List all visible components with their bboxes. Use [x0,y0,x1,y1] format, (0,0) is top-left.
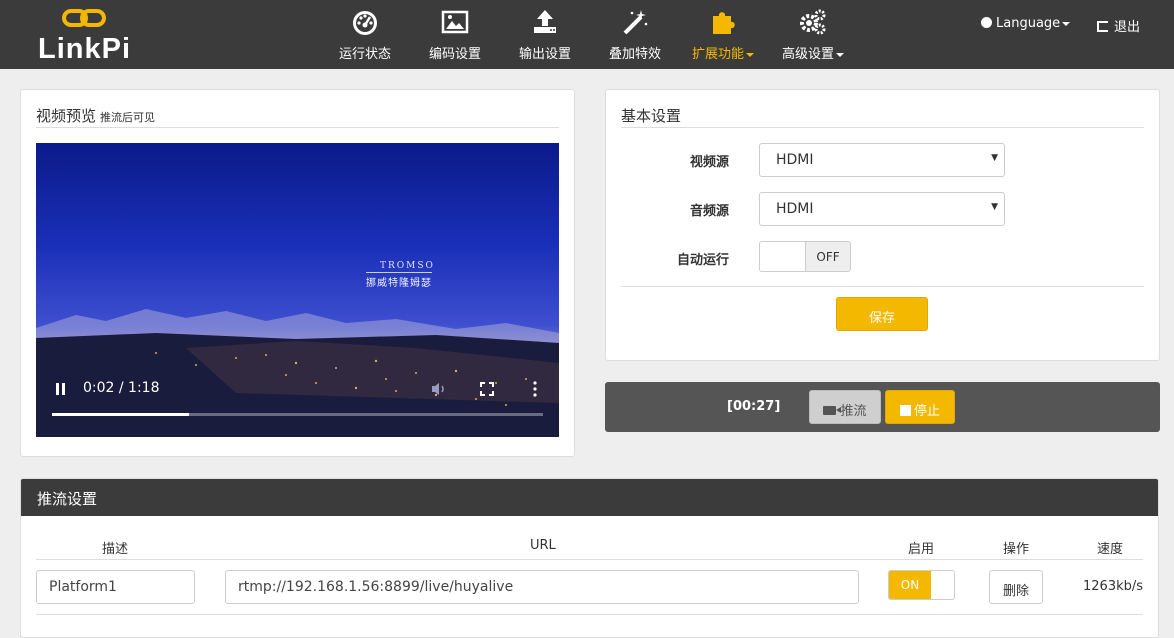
nav-label: 扩展功能 [678,43,768,62]
magic-wand-icon [623,10,648,35]
video-source-value: HDMI [776,152,814,168]
stream-url-input[interactable]: rtmp://192.168.1.56:8899/live/huyalive [225,570,859,604]
video-source-label: 视频源 [689,155,729,170]
nav-label: 运行状态 [338,47,391,62]
stop-stream-button[interactable]: 停止 [885,390,955,424]
video-caption-en: TROMSO [380,261,435,271]
stream-control-bar [605,382,1160,432]
brand-logo[interactable]: LinkPi [38,6,138,65]
stream-timer: [00:27] [727,399,781,414]
stop-stream-label: 停止 [913,404,940,419]
stream-desc-input[interactable]: Platform1 [36,570,195,604]
caret-down-icon [1062,21,1071,26]
basic-settings-title: 基本设置 [621,107,682,125]
gears-icon [800,9,826,35]
stream-enable-state: ON [889,571,931,599]
nav-encode-settings[interactable]: 编码设置 [410,0,500,69]
stream-enable-toggle[interactable]: ON [888,570,955,600]
delete-button[interactable]: 删除 [989,570,1043,604]
video-progress-track[interactable] [52,413,543,416]
pause-icon [56,383,59,395]
nav-label: 输出设置 [518,47,571,62]
video-caption-zh: 挪威特隆姆瑟 [366,272,432,289]
video-camera-icon [823,406,842,415]
language-menu[interactable]: Language [981,16,1071,31]
divider [621,127,1144,128]
col-header-desc: 描述 [102,542,129,557]
logout-link[interactable]: 退出 [1097,16,1140,35]
autorun-state: OFF [805,242,850,271]
stream-settings-title: 推流设置 [21,479,1158,516]
nav-label: 叠加特效 [608,47,661,62]
image-icon [441,10,469,34]
sign-out-icon [1097,21,1108,32]
puzzle-icon [713,12,735,34]
globe-icon [981,17,992,28]
dashboard-icon [353,11,377,35]
preview-subtitle: 推流后可见 [100,111,156,124]
caret-down-icon [746,52,754,57]
video-player[interactable]: TROMSO 挪威特隆姆瑟 0:02 / 1:18 [36,143,559,437]
save-button[interactable]: 保存 [836,297,928,331]
autorun-label: 自动运行 [676,253,729,268]
select-arrow-icon: ▼ [991,202,998,212]
nav-output-settings[interactable]: 输出设置 [500,0,590,69]
stop-icon [899,405,911,416]
toggle-knob [760,242,805,271]
nav-overlay-effects[interactable]: 叠加特效 [590,0,680,69]
audio-source-label: 音频源 [689,204,729,219]
nav-advanced-settings[interactable]: 高级设置 [768,0,858,69]
preview-title: 视频预览 推流后可见 [36,107,156,125]
divider [621,286,1144,287]
nav-label: 高级设置 [768,43,858,62]
caret-down-icon [836,52,844,57]
col-header-url: URL [530,538,556,553]
toggle-knob [931,571,954,599]
audio-source-select[interactable]: HDMI ▼ [759,192,1005,226]
more-options-icon[interactable] [532,381,538,397]
nav-extensions[interactable]: 扩展功能 [678,0,768,69]
video-time: 0:02 / 1:18 [83,380,160,396]
pause-icon-bar [62,383,65,395]
col-header-enable: 启用 [908,542,935,557]
col-header-speed: 速度 [1097,542,1124,557]
nav-run-status[interactable]: 运行状态 [320,0,410,69]
brand-name: LinkPi [38,33,132,65]
nav-label: 编码设置 [428,47,481,62]
audio-source-value: HDMI [776,201,814,217]
autorun-toggle[interactable]: OFF [759,241,851,272]
stream-speed: 1263kb/s [1083,579,1144,594]
chain-link-icon [62,9,106,27]
divider [36,127,559,128]
divider [36,559,1143,560]
divider [36,614,1143,615]
select-arrow-icon: ▼ [991,153,998,163]
fullscreen-icon[interactable] [480,382,494,396]
volume-icon[interactable] [431,382,447,396]
push-stream-label: 推流 [840,404,867,419]
push-stream-button[interactable]: 推流 [809,390,881,424]
video-source-select[interactable]: HDMI ▼ [759,143,1005,177]
col-header-action: 操作 [1003,542,1030,557]
video-progress-fill [52,413,190,416]
upload-icon [534,10,556,33]
pause-button[interactable] [55,383,67,396]
top-navbar: LinkPi 运行状态 编码设置 输出设置 叠加特效 扩展功能 高级设置 Lan… [0,0,1174,69]
